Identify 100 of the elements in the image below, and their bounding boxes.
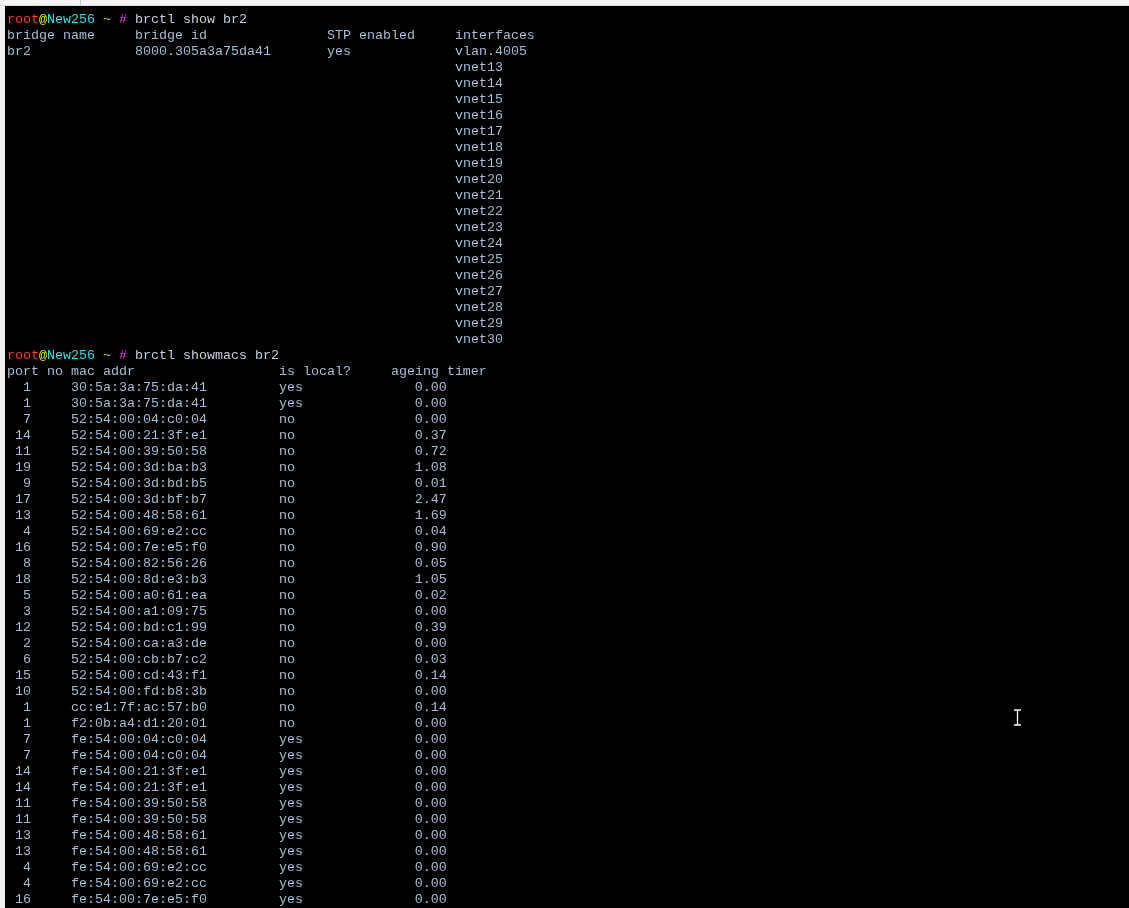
ageing-timer: 0.00	[414, 892, 447, 907]
interface-name: vnet21	[454, 188, 503, 203]
port-number: 7	[23, 748, 31, 763]
mac-address: 52:54:00:bd:c1:99	[70, 620, 207, 635]
mac-address: f2:0b:a4:d1:20:01	[70, 716, 207, 731]
interface-name: vnet15	[454, 92, 503, 107]
ageing-timer: 0.00	[414, 748, 447, 763]
is-local-value: yes	[278, 892, 303, 907]
port-number: 14	[15, 764, 31, 779]
ageing-timer: 0.00	[414, 844, 447, 859]
interface-name: vnet30	[454, 332, 503, 347]
interface-name: vnet16	[454, 108, 503, 123]
ageing-timer: 0.14	[414, 700, 447, 715]
ageing-timer: 0.04	[414, 524, 447, 539]
ageing-timer: 0.72	[414, 444, 447, 459]
column-header: ageing timer	[390, 364, 487, 379]
port-number: 13	[15, 828, 31, 843]
is-local-value: no	[278, 444, 295, 459]
is-local-value: yes	[278, 812, 303, 827]
port-number: 7	[23, 732, 31, 747]
is-local-value: no	[278, 604, 295, 619]
port-number: 4	[23, 524, 31, 539]
mac-address: 52:54:00:48:58:61	[70, 508, 207, 523]
ageing-timer: 0.00	[414, 860, 447, 875]
port-number: 10	[15, 684, 31, 699]
mac-address: fe:54:00:39:50:58	[70, 812, 207, 827]
is-local-value: yes	[278, 844, 303, 859]
is-local-value: no	[278, 700, 295, 715]
is-local-value: yes	[278, 396, 303, 411]
shell-prompt: root@New256 ~ #	[7, 12, 127, 28]
interface-name: vnet29	[454, 316, 503, 331]
interface-name: vnet23	[454, 220, 503, 235]
column-header: bridge name	[7, 28, 95, 43]
mac-address: 52:54:00:82:56:26	[70, 556, 207, 571]
ageing-timer: 0.00	[414, 764, 447, 779]
is-local-value: no	[278, 540, 295, 555]
is-local-value: no	[278, 524, 295, 539]
interface-name: vnet27	[454, 284, 503, 299]
ageing-timer: 0.14	[414, 668, 447, 683]
ageing-timer: 0.00	[414, 812, 447, 827]
port-number: 1	[23, 396, 31, 411]
is-local-value: yes	[278, 380, 303, 395]
mac-address: 52:54:00:cb:b7:c2	[70, 652, 207, 667]
port-number: 13	[15, 508, 31, 523]
mac-address: fe:54:00:69:e2:cc	[70, 860, 207, 875]
ageing-timer: 0.01	[414, 476, 447, 491]
bridge-name: br2	[7, 44, 31, 59]
mac-address: fe:54:00:21:3f:e1	[70, 764, 207, 779]
mac-address: cc:e1:7f:ac:57:b0	[70, 700, 207, 715]
command-text: brctl showmacs br2	[135, 348, 279, 364]
is-local-value: no	[278, 716, 295, 731]
port-number: 16	[15, 540, 31, 555]
ageing-timer: 0.05	[414, 556, 447, 571]
mac-address: 52:54:00:3d:ba:b3	[70, 460, 207, 475]
interface-name: vnet28	[454, 300, 503, 315]
is-local-value: yes	[278, 780, 303, 795]
mac-address: fe:54:00:7e:e5:f0	[70, 892, 207, 907]
interface-name: vnet25	[454, 252, 503, 267]
port-number: 1	[23, 700, 31, 715]
interface-name: vnet26	[454, 268, 503, 283]
ageing-timer: 0.00	[414, 380, 447, 395]
column-header: interfaces	[454, 28, 535, 43]
interface-name: vnet13	[454, 60, 503, 75]
port-number: 16	[15, 892, 31, 907]
column-header: mac addr	[71, 364, 135, 379]
is-local-value: no	[278, 684, 295, 699]
column-header: STP enabled	[326, 28, 415, 43]
mac-address: 52:54:00:8d:e3:b3	[70, 572, 207, 587]
is-local-value: yes	[278, 828, 303, 843]
mac-address: fe:54:00:48:58:61	[70, 828, 207, 843]
ageing-timer: 0.37	[414, 428, 447, 443]
shell-prompt: root@New256 ~ #	[7, 348, 127, 364]
column-header: bridge id	[134, 28, 207, 43]
mac-address: 52:54:00:7e:e5:f0	[70, 540, 207, 555]
ageing-timer: 0.00	[414, 876, 447, 891]
port-number: 18	[15, 572, 31, 587]
mac-address: 52:54:00:69:e2:cc	[70, 524, 207, 539]
interface-name: vnet17	[454, 124, 503, 139]
port-number: 12	[15, 620, 31, 635]
is-local-value: yes	[278, 748, 303, 763]
ageing-timer: 0.00	[414, 716, 447, 731]
ageing-timer: 0.02	[414, 588, 447, 603]
is-local-value: no	[278, 620, 295, 635]
port-number: 17	[15, 492, 31, 507]
ageing-timer: 0.39	[414, 620, 447, 635]
port-number: 15	[15, 668, 31, 683]
port-number: 2	[23, 636, 31, 651]
ageing-timer: 0.00	[414, 732, 447, 747]
port-number: 11	[15, 444, 31, 459]
mac-address: 52:54:00:21:3f:e1	[70, 428, 207, 443]
port-number: 1	[23, 380, 31, 395]
column-header: port no	[7, 364, 63, 379]
ageing-timer: 0.00	[414, 604, 447, 619]
mac-address: 52:54:00:fd:b8:3b	[70, 684, 207, 699]
ageing-timer: 0.00	[414, 796, 447, 811]
ageing-timer: 0.00	[414, 828, 447, 843]
is-local-value: no	[278, 556, 295, 571]
port-number: 11	[15, 812, 31, 827]
is-local-value: yes	[278, 876, 303, 891]
bridge-id: 8000.305a3a75da41	[134, 44, 271, 59]
